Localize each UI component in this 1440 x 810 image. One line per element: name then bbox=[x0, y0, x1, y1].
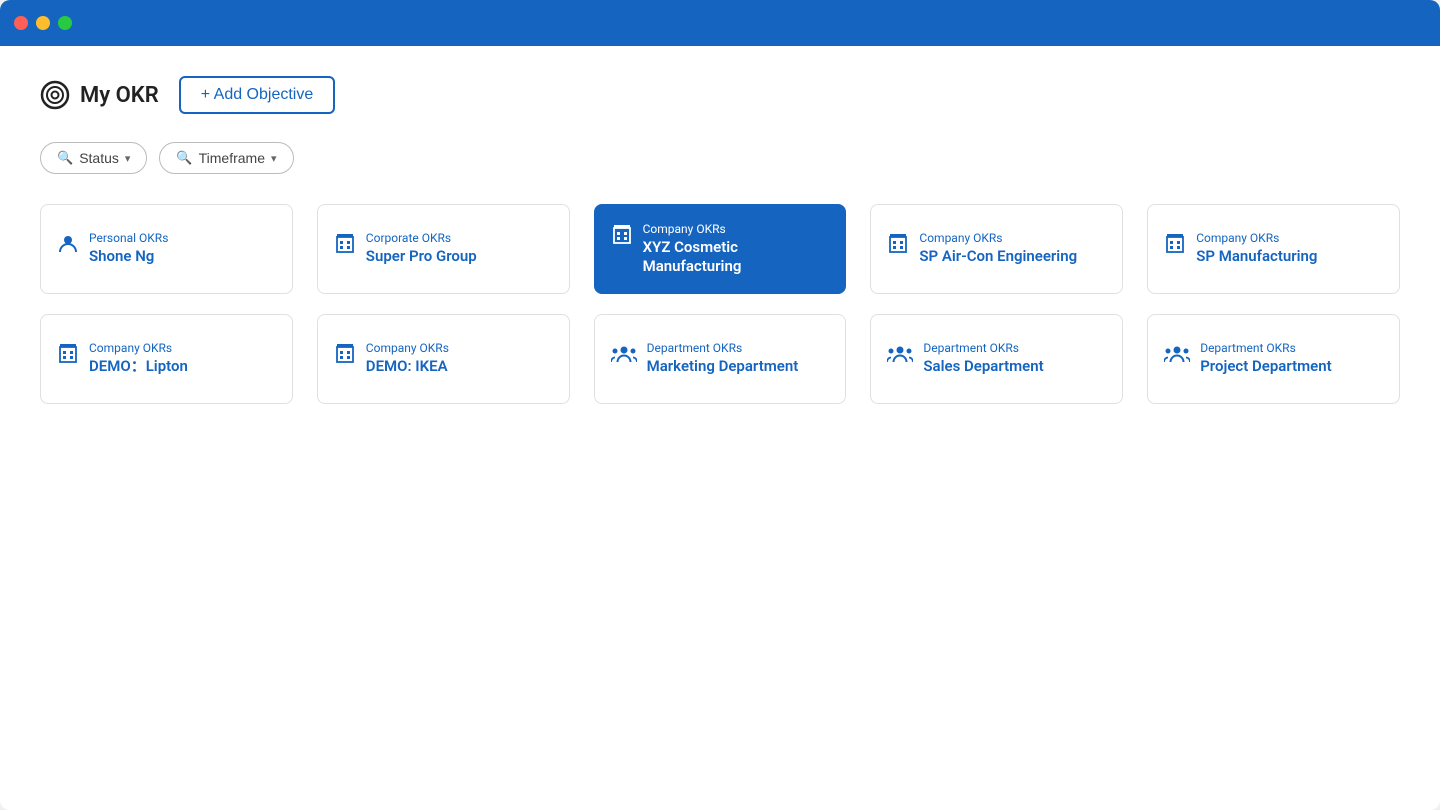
card-category: Company OKRs bbox=[1196, 231, 1317, 245]
chevron-down-icon: ▾ bbox=[125, 152, 131, 165]
card-header: Department OKRs Marketing Department bbox=[611, 341, 830, 377]
traffic-light-minimize[interactable] bbox=[36, 16, 50, 30]
okr-card-company-okrs-demo-lipton[interactable]: Company OKRs DEMO：Lipton bbox=[40, 314, 293, 404]
card-header: Corporate OKRs Super Pro Group bbox=[334, 231, 553, 267]
group-icon bbox=[611, 343, 637, 370]
card-text: Corporate OKRs Super Pro Group bbox=[366, 231, 477, 267]
title-bar bbox=[0, 0, 1440, 46]
card-category: Personal OKRs bbox=[89, 231, 168, 245]
status-filter-label: Status bbox=[79, 150, 119, 166]
okr-card-company-okrs-xyz[interactable]: Company OKRs XYZ Cosmetic Manufacturing bbox=[594, 204, 847, 294]
card-category: Department OKRs bbox=[1200, 341, 1331, 355]
card-text: Company OKRs DEMO：Lipton bbox=[89, 341, 188, 377]
card-name: SP Air-Con Engineering bbox=[919, 247, 1077, 267]
okr-card-company-okrs-sp-manufacturing[interactable]: Company OKRs SP Manufacturing bbox=[1147, 204, 1400, 294]
card-category: Department OKRs bbox=[923, 341, 1043, 355]
app-window: My OKR + Add Objective 🔍 Status ▾ 🔍 Time… bbox=[0, 0, 1440, 810]
search-icon: 🔍 bbox=[57, 150, 73, 166]
card-text: Company OKRs SP Air-Con Engineering bbox=[919, 231, 1077, 267]
card-name: Marketing Department bbox=[647, 357, 799, 377]
header-row: My OKR + Add Objective bbox=[40, 76, 1400, 114]
card-header: Personal OKRs Shone Ng bbox=[57, 231, 276, 267]
card-text: Department OKRs Sales Department bbox=[923, 341, 1043, 377]
card-text: Company OKRs DEMO: IKEA bbox=[366, 341, 449, 377]
card-header: Company OKRs DEMO：Lipton bbox=[57, 341, 276, 377]
card-category: Corporate OKRs bbox=[366, 231, 477, 245]
okr-card-dept-okrs-marketing[interactable]: Department OKRs Marketing Department bbox=[594, 314, 847, 404]
group-icon bbox=[887, 343, 913, 370]
building-icon bbox=[334, 343, 356, 370]
status-filter-button[interactable]: 🔍 Status ▾ bbox=[40, 142, 147, 174]
card-header: Company OKRs SP Air-Con Engineering bbox=[887, 231, 1106, 267]
card-header: Company OKRs SP Manufacturing bbox=[1164, 231, 1383, 267]
okr-card-dept-okrs-project[interactable]: Department OKRs Project Department bbox=[1147, 314, 1400, 404]
traffic-light-close[interactable] bbox=[14, 16, 28, 30]
okr-icon bbox=[40, 80, 70, 110]
okr-card-corporate-okrs-superprogroup[interactable]: Corporate OKRs Super Pro Group bbox=[317, 204, 570, 294]
card-category: Company OKRs bbox=[919, 231, 1077, 245]
card-category: Company OKRs bbox=[89, 341, 188, 355]
card-text: Company OKRs XYZ Cosmetic Manufacturing bbox=[643, 222, 830, 277]
okr-cards-grid: Personal OKRs Shone Ng Corporate OKRs Su… bbox=[40, 204, 1400, 404]
building-icon bbox=[887, 233, 909, 260]
add-objective-button[interactable]: + Add Objective bbox=[179, 76, 336, 114]
filters-row: 🔍 Status ▾ 🔍 Timeframe ▾ bbox=[40, 142, 1400, 174]
card-name: Shone Ng bbox=[89, 247, 168, 267]
building-icon bbox=[1164, 233, 1186, 260]
page-title-text: My OKR bbox=[80, 83, 159, 108]
group-icon bbox=[1164, 343, 1190, 370]
card-name: SP Manufacturing bbox=[1196, 247, 1317, 267]
card-text: Department OKRs Project Department bbox=[1200, 341, 1331, 377]
card-name: XYZ Cosmetic Manufacturing bbox=[643, 238, 830, 277]
card-name: Sales Department bbox=[923, 357, 1043, 377]
timeframe-filter-label: Timeframe bbox=[199, 150, 265, 166]
card-text: Company OKRs SP Manufacturing bbox=[1196, 231, 1317, 267]
card-header: Department OKRs Sales Department bbox=[887, 341, 1106, 377]
chevron-down-icon-2: ▾ bbox=[271, 152, 277, 165]
card-name: Super Pro Group bbox=[366, 247, 477, 267]
building-icon bbox=[334, 233, 356, 260]
card-name: DEMO：Lipton bbox=[89, 357, 188, 377]
building-icon bbox=[611, 224, 633, 251]
card-category: Company OKRs bbox=[643, 222, 830, 236]
main-content: My OKR + Add Objective 🔍 Status ▾ 🔍 Time… bbox=[0, 46, 1440, 810]
okr-card-company-okrs-sp-aircon[interactable]: Company OKRs SP Air-Con Engineering bbox=[870, 204, 1123, 294]
search-icon-2: 🔍 bbox=[176, 150, 192, 166]
card-header: Company OKRs XYZ Cosmetic Manufacturing bbox=[611, 222, 830, 277]
card-text: Personal OKRs Shone Ng bbox=[89, 231, 168, 267]
card-text: Department OKRs Marketing Department bbox=[647, 341, 799, 377]
card-header: Company OKRs DEMO: IKEA bbox=[334, 341, 553, 377]
card-category: Department OKRs bbox=[647, 341, 799, 355]
okr-card-personal-okrs[interactable]: Personal OKRs Shone Ng bbox=[40, 204, 293, 294]
timeframe-filter-button[interactable]: 🔍 Timeframe ▾ bbox=[159, 142, 293, 174]
building-icon bbox=[57, 343, 79, 370]
page-title: My OKR bbox=[40, 80, 159, 110]
card-name: Project Department bbox=[1200, 357, 1331, 377]
card-name: DEMO: IKEA bbox=[366, 357, 449, 377]
person-icon bbox=[57, 233, 79, 260]
okr-card-company-okrs-demo-ikea[interactable]: Company OKRs DEMO: IKEA bbox=[317, 314, 570, 404]
traffic-light-maximize[interactable] bbox=[58, 16, 72, 30]
card-header: Department OKRs Project Department bbox=[1164, 341, 1383, 377]
okr-card-dept-okrs-sales[interactable]: Department OKRs Sales Department bbox=[870, 314, 1123, 404]
card-category: Company OKRs bbox=[366, 341, 449, 355]
